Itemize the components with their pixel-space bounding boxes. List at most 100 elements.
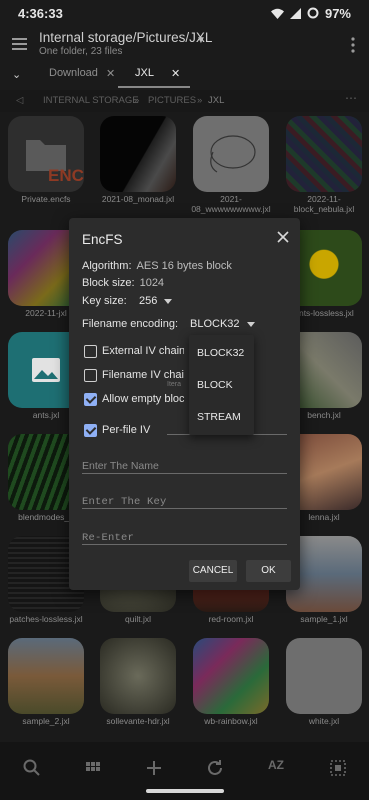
file-item[interactable]: sollevante-hdr.jxl <box>93 634 183 734</box>
cancel-button[interactable]: CANCEL <box>189 560 237 582</box>
dropdown-caret-icon <box>164 298 173 304</box>
key-input[interactable] <box>82 494 287 510</box>
breadcrumb-more-icon[interactable]: ⋯ <box>345 91 357 105</box>
breadcrumb: ◁ INTERNAL STORAGE » PICTURES » JXL ⋯ <box>0 90 369 112</box>
per-file-iv-checkbox[interactable]: Per-file IV <box>84 422 184 438</box>
back-arrow-icon[interactable]: ◁ <box>16 95 23 106</box>
key-size-select[interactable]: 256 <box>139 295 173 307</box>
search-icon[interactable] <box>20 756 44 780</box>
image-thumbnail <box>193 638 269 714</box>
tab-jxl[interactable]: JXL <box>135 67 154 87</box>
filename-encoding-value: BLOCK32 <box>190 318 240 330</box>
checkbox-icon <box>84 344 97 358</box>
active-tab-indicator <box>118 86 190 88</box>
file-item[interactable]: ENC Private.encfs <box>1 112 91 212</box>
status-bar: 4:36:33 97% <box>0 0 369 26</box>
close-icon[interactable] <box>276 230 290 244</box>
add-icon[interactable] <box>142 756 166 780</box>
tab-bar: ⌄ Download ✕ JXL ✕ <box>0 64 369 90</box>
file-name: wb-rainbow.jxl <box>204 716 258 726</box>
sort-icon[interactable]: AZ <box>264 758 288 782</box>
battery-ring-icon <box>307 7 319 19</box>
page-subtitle: One folder, 23 files <box>39 46 123 57</box>
checkbox-label: Allow empty blocks <box>102 393 184 405</box>
file-item[interactable]: 2022-11-block_nebula.jxl <box>279 112 369 214</box>
iterations-label: Itera <box>167 381 182 388</box>
app-bar: Internal storage/Pictures/JXL ▼ One fold… <box>0 26 369 64</box>
chevron-down-icon[interactable]: ▼ <box>196 35 206 46</box>
block-size-value: 1024 <box>139 277 165 289</box>
dropdown-option-stream[interactable]: STREAM <box>197 411 241 423</box>
breadcrumb-item[interactable]: INTERNAL STORAGE <box>43 95 139 106</box>
checkbox-label: External IV chaining <box>102 345 184 357</box>
dropdown-caret-icon <box>246 321 255 327</box>
key-size-value: 256 <box>139 295 158 307</box>
block-size-label: Block size: <box>82 277 135 289</box>
checkbox-label: Filename IV chaining <box>102 369 184 381</box>
checkbox-checked-icon <box>84 423 97 437</box>
checkbox-icon <box>84 368 97 382</box>
name-input[interactable] <box>82 458 287 474</box>
ok-button[interactable]: OK <box>246 560 291 582</box>
tabs-collapse-icon[interactable]: ⌄ <box>12 68 21 81</box>
breadcrumb-separator: » <box>134 95 140 106</box>
dropdown-option-block[interactable]: BLOCK <box>197 379 233 391</box>
close-tab-download-icon[interactable]: ✕ <box>106 67 115 87</box>
close-tab-jxl-icon[interactable]: ✕ <box>171 67 180 87</box>
reenter-key-input[interactable] <box>82 530 287 546</box>
refresh-icon[interactable] <box>203 756 227 780</box>
filename-encoding-select[interactable]: BLOCK32 <box>190 318 255 330</box>
filename-encoding-dropdown: BLOCK32 BLOCK STREAM <box>189 335 254 435</box>
breadcrumb-item[interactable]: PICTURES <box>148 95 196 106</box>
key-size-label: Key size: <box>82 295 127 307</box>
name-field[interactable] <box>82 456 287 474</box>
dialog-title: EncFS <box>82 232 123 247</box>
file-name: sample_2.jxl <box>22 716 70 726</box>
hamburger-menu-icon[interactable] <box>10 34 30 54</box>
file-item[interactable]: wb-rainbow.jxl <box>186 634 276 734</box>
algorithm-label: Algorithm: <box>82 260 132 272</box>
tab-download[interactable]: Download <box>49 67 98 87</box>
page-title[interactable]: Internal storage/Pictures/JXL <box>39 30 212 45</box>
grid-view-icon[interactable] <box>81 756 105 780</box>
signal-icon <box>289 7 301 19</box>
file-name: sollevante-hdr.jxl <box>106 716 170 726</box>
dropdown-option-block32[interactable]: BLOCK32 <box>197 347 244 359</box>
image-thumbnail <box>100 638 176 714</box>
file-name: patches-lossless.jxl <box>9 614 83 624</box>
file-name: Private.encfs <box>21 194 71 204</box>
file-item[interactable]: sample_2.jxl <box>1 634 91 734</box>
file-item[interactable]: 2021-08_wwwwwwwww.jxl <box>186 112 276 214</box>
checkbox-checked-icon <box>84 392 97 406</box>
image-thumbnail <box>8 638 84 714</box>
overflow-menu-icon[interactable] <box>347 36 359 54</box>
external-iv-checkbox[interactable]: External IV chaining <box>84 343 184 359</box>
home-indicator[interactable] <box>146 789 224 793</box>
file-name: 2022-11-block_nebula.jxl <box>293 194 355 214</box>
image-thumbnail <box>286 116 362 192</box>
breadcrumb-item[interactable]: JXL <box>208 95 224 106</box>
reenter-key-field[interactable] <box>82 527 287 546</box>
status-time: 4:36:33 <box>18 5 63 21</box>
file-name: sample_1.jxl <box>300 614 348 624</box>
image-thumbnail <box>286 638 362 714</box>
file-item[interactable]: white.jxl <box>279 634 369 734</box>
algorithm-value: AES 16 bytes block <box>136 260 232 272</box>
image-thumbnail <box>100 116 176 192</box>
algorithm-row: Algorithm: AES 16 bytes block <box>82 260 232 272</box>
file-name: 2021-08_wwwwwwwww.jxl <box>191 194 271 214</box>
allow-empty-blocks-checkbox[interactable]: Allow empty blocks <box>84 391 184 407</box>
select-all-icon[interactable] <box>326 756 350 780</box>
checkbox-label: Per-file IV <box>102 424 151 436</box>
breadcrumb-separator: » <box>197 95 203 106</box>
key-field[interactable] <box>82 491 287 510</box>
image-thumbnail <box>193 116 269 192</box>
file-name: 2021-08_monad.jxl <box>101 194 175 204</box>
file-name: red-room.jxl <box>208 614 254 624</box>
file-item[interactable]: 2021-08_monad.jxl <box>93 112 183 212</box>
file-name: white.jxl <box>308 716 340 726</box>
file-name: quilt.jxl <box>125 614 151 624</box>
encfs-dialog: EncFS Algorithm: AES 16 bytes block Block… <box>69 218 300 590</box>
block-size-row: Block size: 1024 <box>82 277 164 289</box>
battery-percent: 97% <box>324 5 351 21</box>
